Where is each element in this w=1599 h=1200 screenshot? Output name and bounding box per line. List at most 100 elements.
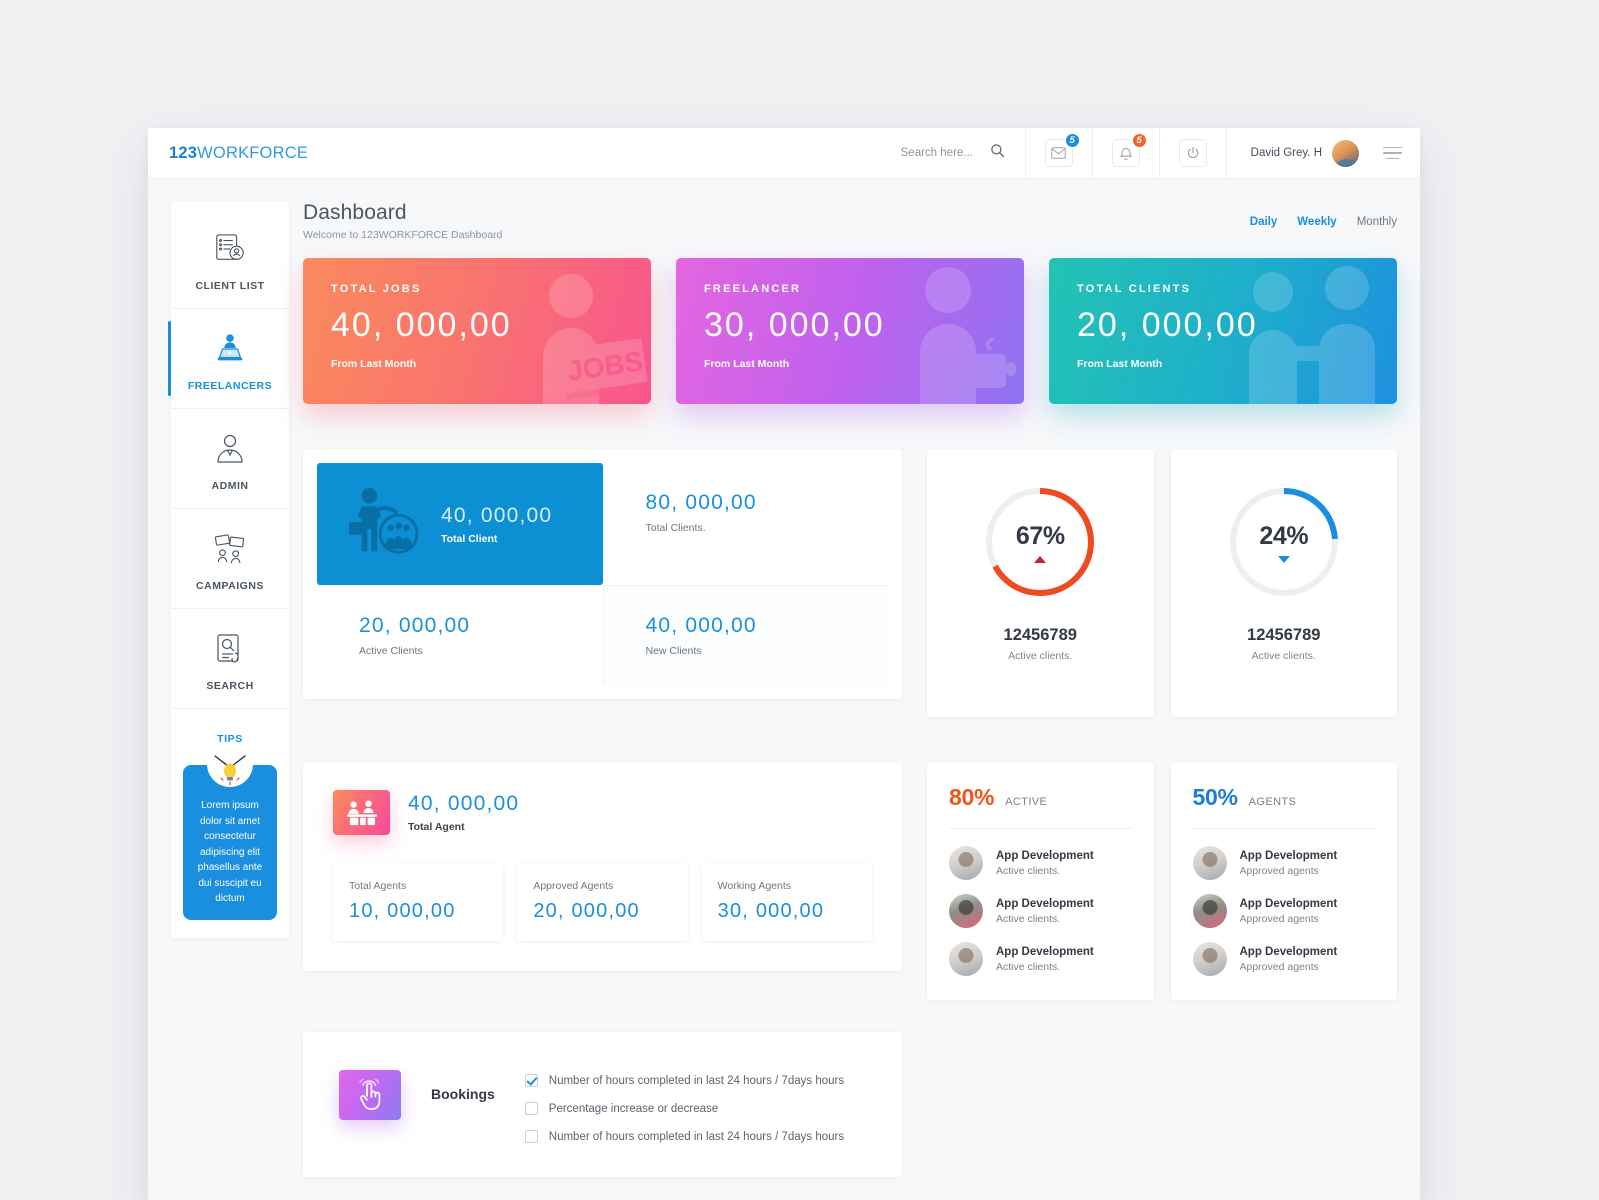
clients-cell-value: 40, 000,00	[645, 614, 757, 637]
clients-cell-label: Active Clients	[359, 645, 423, 657]
agent-tile-label: Total Agents	[349, 880, 407, 892]
checkbox-row[interactable]: Percentage increase or decrease	[524, 1102, 844, 1115]
list-item[interactable]: App Development Active clients.	[949, 942, 1132, 976]
list-item[interactable]: App Development Active clients.	[949, 894, 1132, 928]
agent-tile-working[interactable]: Working Agents 30, 000,00	[701, 863, 872, 941]
agent-tile-value: 20, 000,00	[533, 900, 640, 922]
hamburger-line	[1383, 146, 1402, 149]
checkbox-row[interactable]: Number of hours completed in last 24 hou…	[524, 1074, 844, 1087]
brand-prefix: 123	[169, 143, 198, 162]
checkbox[interactable]	[524, 1130, 538, 1143]
percent-card-list: App Development Approved agents App Deve…	[1192, 829, 1376, 976]
clients-cell-total[interactable]: 80, 000,00 Total Clients.	[602, 463, 888, 585]
stat-card-total-jobs[interactable]: TOTAL JOBS 40, 000,00 From Last Month JO…	[303, 258, 651, 404]
mid-row: 40, 000,00 Total Client 80, 000,00 Total…	[303, 449, 1397, 717]
percent-word: ACTIVE	[1005, 796, 1048, 808]
donut-number: 12456789	[1247, 626, 1321, 644]
percent-word: AGENTS	[1248, 796, 1297, 808]
hamburger-menu-icon[interactable]	[1375, 128, 1420, 178]
sidebar: CLIENT LIST FREELANCERS ADMIN CAMPAIGNS …	[168, 201, 289, 938]
agents-total-text: 40, 000,00 Total Agent	[408, 792, 519, 833]
sidebar-item-client-list[interactable]: CLIENT LIST	[171, 209, 289, 309]
tab-monthly[interactable]: Monthly	[1357, 216, 1397, 228]
percent-card-list: App Development Active clients. App Deve…	[949, 829, 1132, 976]
list-item-sub: Approved agents	[1239, 912, 1319, 925]
main-content: Dashboard Welcome to 123WORKFORCE Dashbo…	[303, 201, 1397, 1177]
checkbox[interactable]	[524, 1102, 538, 1115]
search-box[interactable]	[882, 128, 1025, 178]
sidebar-item-label: CAMPAIGNS	[196, 580, 264, 592]
tips-section: TIPS Lorem ipsum dolor sit amet consecte…	[171, 709, 289, 920]
messages-button[interactable]: 5	[1024, 128, 1092, 178]
tips-text: Lorem ipsum dolor sit amet consectetur a…	[197, 800, 263, 904]
avatar	[1192, 942, 1227, 976]
agents-row: 40, 000,00 Total Agent Total Agents 10, …	[303, 762, 1397, 1000]
list-item-name: App Development	[996, 897, 1094, 910]
bookings-options: Number of hours completed in last 24 hou…	[524, 1070, 844, 1143]
sidebar-item-search[interactable]: SEARCH	[171, 609, 289, 709]
donut-card-row: 67% 12456789 Active clients. 24% 1245678…	[927, 449, 1397, 717]
clients-cell-active[interactable]: 20, 000,00 Active Clients	[317, 585, 603, 685]
client-list-icon	[209, 229, 251, 269]
trend-down-icon	[1277, 555, 1290, 563]
sidebar-item-admin[interactable]: ADMIN	[171, 409, 289, 509]
freelancer-icon	[209, 329, 251, 369]
notifications-button[interactable]: 5	[1091, 128, 1159, 178]
list-item-sub: Active clients.	[996, 960, 1061, 973]
donut-chart-67: 67%	[982, 484, 1098, 600]
agent-tile-approved[interactable]: Approved Agents 20, 000,00	[517, 863, 688, 941]
power-button[interactable]	[1158, 128, 1226, 178]
clients-cell-label: Total Clients.	[645, 522, 706, 534]
clients-cell-new[interactable]: 40, 000,00 New Clients	[602, 585, 888, 685]
search-input[interactable]	[900, 147, 979, 159]
sidebar-item-label: ADMIN	[211, 480, 249, 492]
power-icon[interactable]	[1178, 139, 1207, 167]
tab-daily[interactable]: Daily	[1250, 216, 1278, 228]
clients-featured-text: 40, 000,00 Total Client	[441, 504, 552, 545]
donut-center-24: 24%	[1226, 484, 1342, 600]
stat-card-freelancer[interactable]: FREELANCER 30, 000,00 From Last Month	[676, 258, 1024, 404]
list-item-text: App Development Active clients.	[996, 898, 1094, 925]
search-icon[interactable]	[990, 143, 1005, 163]
list-item[interactable]: App Development Active clients.	[949, 846, 1132, 880]
checkbox[interactable]	[524, 1074, 538, 1087]
bell-icon[interactable]: 5	[1111, 132, 1148, 167]
page-title: Dashboard	[303, 201, 407, 224]
bell-badge: 5	[1130, 132, 1148, 149]
sidebar-item-campaigns[interactable]: CAMPAIGNS	[171, 509, 289, 609]
avatar[interactable]	[1332, 139, 1359, 167]
tab-weekly[interactable]: Weekly	[1297, 216, 1336, 228]
tap-gesture-icon	[339, 1070, 401, 1120]
avatar	[1192, 894, 1227, 928]
clients-featured-tile[interactable]: 40, 000,00 Total Client	[317, 463, 603, 585]
user-name: David Grey. H	[1250, 147, 1322, 159]
bookings-title: Bookings	[431, 1086, 495, 1102]
avatar	[949, 942, 983, 976]
agent-tile-row: Total Agents 10, 000,00 Approved Agents …	[333, 863, 872, 941]
hamburger-line	[1386, 157, 1399, 160]
donut-sublabel: Active clients.	[1008, 650, 1073, 662]
page-header: Dashboard Welcome to 123WORKFORCE Dashbo…	[303, 201, 1397, 241]
brand-logo[interactable]: 123 WORKFORCE	[148, 128, 308, 178]
list-item-text: App Development Approved agents	[1240, 898, 1338, 925]
checkbox-row[interactable]: Number of hours completed in last 24 hou…	[524, 1130, 844, 1143]
list-item-sub: Approved agents	[1239, 960, 1319, 973]
list-item-text: App Development Active clients.	[996, 946, 1094, 973]
agents-panel: 40, 000,00 Total Agent Total Agents 10, …	[303, 762, 902, 971]
mail-icon[interactable]: 5	[1044, 132, 1081, 167]
avatar	[1192, 846, 1227, 880]
agents-header: 40, 000,00 Total Agent	[333, 790, 872, 835]
user-menu[interactable]: David Grey. H	[1225, 128, 1375, 178]
agent-tile-total[interactable]: Total Agents 10, 000,00	[333, 863, 504, 941]
donut-sublabel: Active clients.	[1251, 650, 1316, 662]
lightbulb-icon	[183, 747, 277, 787]
list-item[interactable]: App Development Approved agents	[1192, 894, 1376, 928]
list-item-name: App Development	[1239, 945, 1338, 958]
list-item[interactable]: App Development Approved agents	[1192, 942, 1376, 976]
clients-featured-label: Total Client	[441, 532, 498, 545]
sidebar-item-freelancers[interactable]: FREELANCERS	[168, 309, 289, 409]
list-item[interactable]: App Development Approved agents	[1192, 846, 1376, 880]
donut-percent: 67%	[1015, 521, 1065, 550]
stat-card-total-clients[interactable]: TOTAL CLIENTS 20, 000,00 From Last Month	[1049, 258, 1397, 404]
hamburger-line	[1383, 152, 1402, 154]
